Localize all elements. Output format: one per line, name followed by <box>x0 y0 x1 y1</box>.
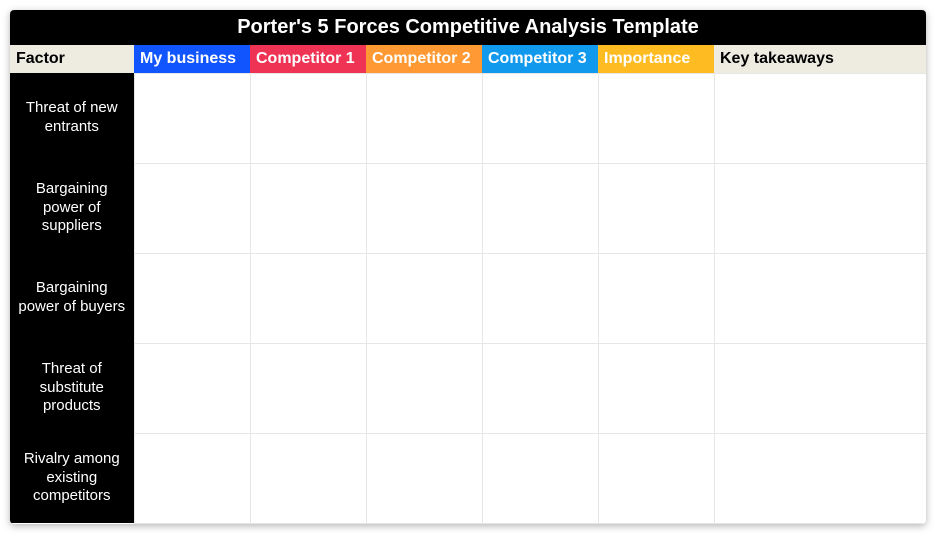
header-importance: Importance <box>598 45 714 73</box>
cell-competitor1[interactable] <box>250 253 366 343</box>
cell-competitor3[interactable] <box>482 73 598 163</box>
cell-takeaways[interactable] <box>714 343 926 433</box>
table-row: Threat of new entrants <box>10 73 926 163</box>
table-row: Bargaining power of buyers <box>10 253 926 343</box>
cell-competitor3[interactable] <box>482 163 598 253</box>
cell-competitor1[interactable] <box>250 343 366 433</box>
cell-importance[interactable] <box>598 163 714 253</box>
header-my-business: My business <box>134 45 250 73</box>
cell-my-business[interactable] <box>134 163 250 253</box>
cell-importance[interactable] <box>598 343 714 433</box>
cell-competitor1[interactable] <box>250 73 366 163</box>
cell-competitor3[interactable] <box>482 343 598 433</box>
cell-takeaways[interactable] <box>714 433 926 523</box>
table-title-row: Porter's 5 Forces Competitive Analysis T… <box>10 10 926 45</box>
table-row: Rivalry among existing competitors <box>10 433 926 523</box>
cell-takeaways[interactable] <box>714 73 926 163</box>
row-label: Rivalry among existing competitors <box>10 433 134 523</box>
table-row: Bargaining power of suppliers <box>10 163 926 253</box>
header-competitor1: Competitor 1 <box>250 45 366 73</box>
cell-importance[interactable] <box>598 253 714 343</box>
row-label: Bargaining power of buyers <box>10 253 134 343</box>
table-row: Threat of substitute products <box>10 343 926 433</box>
table-header-row: Factor My business Competitor 1 Competit… <box>10 45 926 73</box>
header-takeaways: Key takeaways <box>714 45 926 73</box>
cell-competitor2[interactable] <box>366 73 482 163</box>
cell-competitor3[interactable] <box>482 253 598 343</box>
row-label: Threat of new entrants <box>10 73 134 163</box>
cell-competitor2[interactable] <box>366 343 482 433</box>
cell-competitor1[interactable] <box>250 163 366 253</box>
cell-takeaways[interactable] <box>714 253 926 343</box>
cell-importance[interactable] <box>598 73 714 163</box>
cell-my-business[interactable] <box>134 73 250 163</box>
cell-competitor1[interactable] <box>250 433 366 523</box>
analysis-table: Porter's 5 Forces Competitive Analysis T… <box>10 10 926 524</box>
cell-competitor2[interactable] <box>366 253 482 343</box>
header-competitor2: Competitor 2 <box>366 45 482 73</box>
cell-competitor2[interactable] <box>366 163 482 253</box>
header-competitor3: Competitor 3 <box>482 45 598 73</box>
cell-my-business[interactable] <box>134 343 250 433</box>
cell-competitor3[interactable] <box>482 433 598 523</box>
cell-my-business[interactable] <box>134 433 250 523</box>
row-label: Threat of substitute products <box>10 343 134 433</box>
cell-competitor2[interactable] <box>366 433 482 523</box>
header-factor: Factor <box>10 45 134 73</box>
cell-takeaways[interactable] <box>714 163 926 253</box>
table-title: Porter's 5 Forces Competitive Analysis T… <box>10 10 926 45</box>
cell-my-business[interactable] <box>134 253 250 343</box>
row-label: Bargaining power of suppliers <box>10 163 134 253</box>
analysis-table-container: Porter's 5 Forces Competitive Analysis T… <box>10 10 926 524</box>
cell-importance[interactable] <box>598 433 714 523</box>
